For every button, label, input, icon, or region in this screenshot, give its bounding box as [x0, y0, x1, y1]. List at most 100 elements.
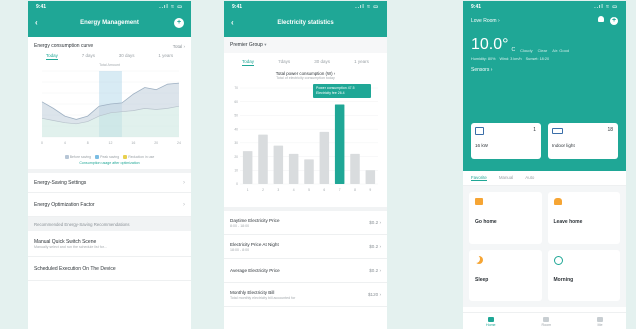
scene-card-sleep[interactable]: Sleep [469, 249, 542, 301]
chevron-down-icon: ▾ [264, 42, 267, 47]
nav-home[interactable]: Home [485, 316, 496, 327]
tab-7-days[interactable]: 7days [278, 59, 290, 66]
tab-7-days[interactable]: 7 days [82, 53, 95, 60]
x-tick-label: 16 [131, 141, 135, 145]
tab-1-years[interactable]: 1 years [354, 59, 369, 66]
tab-1-years[interactable]: 1 years [158, 53, 173, 60]
room-icon [543, 316, 550, 322]
price-value: $0.2 › [369, 268, 381, 273]
scene-card-leave-home[interactable]: Leave home [547, 192, 620, 244]
scene-card-morning[interactable]: Morning [547, 249, 620, 301]
nav-label: Me [597, 322, 603, 327]
device-card[interactable]: 16 kW 1 [471, 123, 541, 159]
x-tick-label: 8 [354, 188, 356, 192]
device-box-icon [475, 127, 484, 135]
bar [258, 134, 268, 184]
home-header: 9:41 ..ıl ≈ ▭ Love Room › + 10.0° C Clou… [463, 1, 626, 171]
tooltip-line: Electricity fee 26.4 [316, 91, 345, 95]
home-actions: + [597, 16, 618, 25]
manual-quick-switch-item[interactable]: Manual Quick Switch Scene Manually selec… [28, 231, 191, 258]
chart-legend: Before saving Peak saving Reduction in u… [34, 155, 185, 160]
price-info: Average Electricity Price [230, 268, 280, 274]
weather-block: 10.0° C Cloudy Clear Air: Good [463, 29, 626, 54]
list-item-label: Scheduled Execution On The Device [34, 265, 116, 272]
price-sub: 18:00 - 8:00 [230, 247, 250, 252]
legend-label: Before saving [69, 155, 92, 159]
tab-favorite[interactable]: Favorite [471, 175, 487, 181]
bar [350, 153, 360, 184]
bar [273, 145, 284, 184]
device-cards: 16 kW 1 Indoor light 18 [471, 123, 618, 159]
scene-label: Sleep [475, 276, 489, 283]
tab-30-days[interactable]: 30 days [119, 53, 135, 60]
page-title: Electricity statistics [277, 20, 334, 26]
energy-area-chart: 0 4 8 12 16 20 24 [41, 70, 181, 145]
list-item-sub: Manually select and run the schedule lis… [34, 244, 107, 249]
y-tick-label: 10 [234, 168, 238, 172]
x-tick-label: 20 [154, 141, 158, 145]
x-tick-label: 8 [87, 141, 89, 145]
price-row[interactable]: Electricity Price At Night 18:00 - 8:00 $… [224, 235, 387, 259]
x-tick-label: 7 [339, 188, 341, 192]
price-info: Electricity Price At Night 18:00 - 8:00 [230, 242, 279, 252]
status-bar: 9:41 ..ıl ≈ ▭ [28, 1, 191, 12]
price-row[interactable]: Average Electricity Price $0.2 › [224, 259, 387, 283]
scene-label: Go home [475, 219, 497, 225]
tab-today[interactable]: Today [242, 59, 255, 66]
add-icon[interactable]: + [174, 18, 184, 28]
status-time: 9:41 [232, 3, 243, 10]
bar [288, 153, 299, 184]
device-card[interactable]: Indoor light 18 [548, 123, 618, 159]
nav-label: Home [485, 322, 496, 327]
home-name-selector[interactable]: Love Room › [471, 18, 500, 24]
tab-today[interactable]: Today [45, 53, 58, 60]
scheduled-execution-item[interactable]: Scheduled Execution On The Device [28, 257, 191, 282]
back-arrow-icon[interactable]: ‹ [231, 18, 234, 27]
legend-swatch [95, 155, 100, 160]
phone-energy-management: 9:41 ..ıl ≈ ▭ ‹ Energy Management + Ener… [28, 1, 191, 329]
legend-swatch [123, 155, 128, 160]
weather-detail: Wind: 3 km/h [499, 57, 522, 61]
x-tick-label: 12 [109, 141, 113, 145]
nav-room[interactable]: Room [541, 316, 552, 327]
legend-label: Reduction in use [128, 155, 155, 159]
price-label: Average Electricity Price [230, 267, 280, 273]
bar [334, 104, 345, 184]
y-tick-label: 50 [234, 114, 238, 118]
temperature-value: 10.0° [471, 36, 509, 53]
sunrise-icon [553, 255, 563, 265]
nav-me[interactable]: Me [597, 316, 604, 327]
price-row[interactable]: Monthly Electricity Bill Total monthly el… [224, 283, 387, 307]
y-tick-label: 40 [234, 127, 238, 131]
status-icons: ..ıl ≈ ▭ [159, 3, 183, 10]
price-label: Daytime Electricity Price [230, 217, 280, 223]
moon-icon [475, 256, 483, 264]
tab-manual[interactable]: Manual [499, 175, 513, 181]
bar [242, 151, 253, 184]
scene-card-go-home[interactable]: Go home [469, 192, 542, 244]
phone-home-dashboard: 9:41 ..ıl ≈ ▭ Love Room › + 10.0° C Clou… [463, 1, 626, 329]
tab-auto[interactable]: Auto [525, 175, 534, 181]
tab-30-days[interactable]: 30 days [314, 59, 330, 66]
section-header: Recommended Energy-Saving Recommendation… [28, 217, 191, 232]
price-row[interactable]: Daytime Electricity Price 8:00 - 18:00 $0… [224, 211, 387, 235]
energy-saving-settings-item[interactable]: Energy-Saving Settings › [28, 169, 191, 194]
weather-details: Humidity: 80% Wind: 3 km/h Sunset: 18:20 [463, 53, 626, 65]
x-tick-label: 3 [277, 188, 279, 192]
group-selector[interactable]: Premier Group ▾ [224, 37, 387, 53]
header: 9:41 ..ıl ≈ ▭ ‹ Electricity statistics [224, 1, 387, 37]
price-value: $0.2 › [369, 244, 381, 249]
back-arrow-icon[interactable]: ‹ [35, 18, 38, 27]
list-item-label: Energy-Saving Settings [34, 179, 87, 186]
device-card-count: 1 [533, 127, 536, 133]
status-link[interactable]: Sensors › [463, 65, 626, 75]
bell-icon[interactable] [597, 16, 604, 22]
bar [304, 159, 314, 184]
x-tick-label: 0 [41, 141, 43, 145]
add-icon[interactable]: + [610, 17, 618, 25]
nav-label: Room [541, 322, 552, 327]
card-action-link[interactable]: Total › [173, 44, 185, 49]
price-value: $120 › [367, 292, 381, 297]
user-icon [597, 316, 604, 322]
energy-optimization-factor-item[interactable]: Energy Optimization Factor › [28, 193, 191, 218]
